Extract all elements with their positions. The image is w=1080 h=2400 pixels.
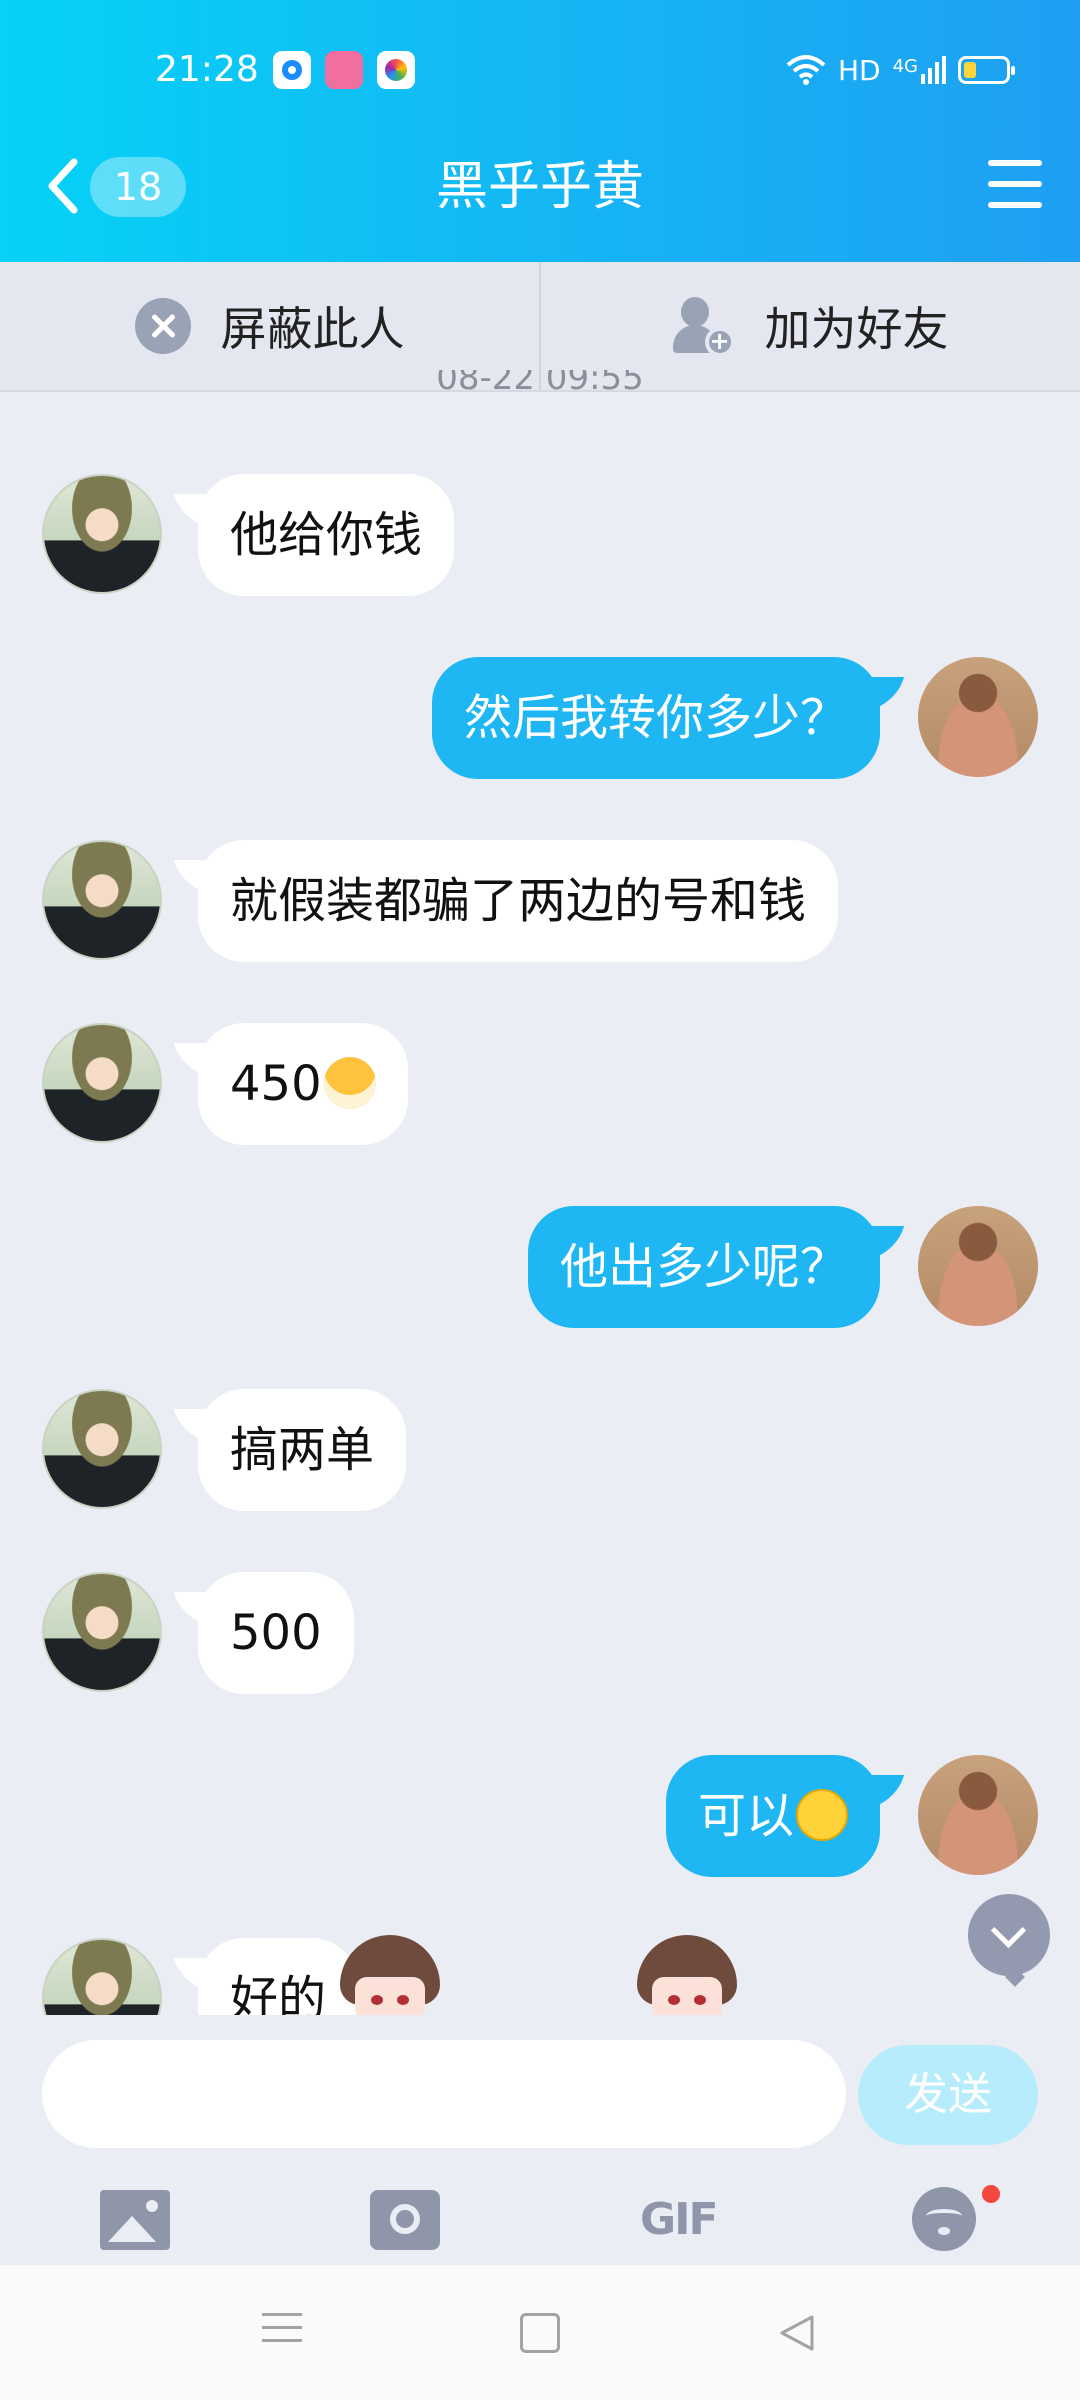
message-bubble[interactable]: 450 <box>198 1023 408 1145</box>
status-time: 21:28 <box>155 49 259 90</box>
message-row: 可以 <box>0 1755 1080 1879</box>
recent-apps-icon[interactable] <box>262 2313 302 2353</box>
photos-notification-icon <box>377 51 415 89</box>
composer-toolbar: GIF <box>0 2175 1080 2265</box>
contact-avatar[interactable] <box>42 840 162 960</box>
status-bar: 21:28 HD 4G <box>0 44 1080 96</box>
scroll-to-bottom-button[interactable] <box>968 1894 1050 1976</box>
message-row: 搞两单 <box>0 1389 1080 1513</box>
unread-count-badge[interactable]: 18 <box>90 157 186 217</box>
message-bubble[interactable]: 他给你钱 <box>198 474 455 596</box>
message-bubble[interactable]: 可以 <box>665 1755 880 1877</box>
home-icon[interactable] <box>520 2313 560 2353</box>
my-avatar[interactable] <box>918 1206 1038 1326</box>
back-arrow-icon[interactable] <box>44 148 84 224</box>
contact-avatar[interactable] <box>42 1938 162 2015</box>
smirk-emoji-icon <box>796 1789 848 1841</box>
contact-avatar[interactable] <box>42 474 162 594</box>
send-button[interactable]: 发送 <box>858 2045 1038 2145</box>
message-bubble[interactable]: 然后我转你多少？ <box>431 657 880 779</box>
message-row: 就假装都骗了两边的号和钱 <box>0 840 1080 964</box>
signal-indicator: 4G <box>893 56 946 84</box>
message-bubble[interactable]: 500 <box>198 1572 354 1694</box>
qq-browser-notification-icon <box>273 51 311 89</box>
image-icon[interactable] <box>100 2190 170 2250</box>
system-nav-bar <box>0 2265 1080 2400</box>
status-indicators: HD 4G <box>786 44 1015 96</box>
composer: 发送 GIF <box>0 2015 1080 2265</box>
hd-indicator: HD <box>837 53 881 87</box>
block-user-label: 屏蔽此人 <box>220 302 405 356</box>
my-avatar[interactable] <box>918 657 1038 777</box>
add-friend-label: 加为好友 <box>764 302 949 356</box>
message-text: 可以 <box>697 1788 794 1844</box>
bilibili-notification-icon <box>325 51 363 89</box>
add-friend-icon: + <box>672 295 735 357</box>
block-icon <box>134 298 191 354</box>
menu-icon[interactable] <box>988 160 1042 212</box>
emoji-icon[interactable] <box>912 2187 976 2251</box>
chat-title: 黑乎乎黄 <box>435 157 644 217</box>
back-triangle-icon[interactable] <box>776 2313 816 2353</box>
message-row: 他给你钱 <box>0 474 1080 598</box>
contact-avatar[interactable] <box>42 1572 162 1692</box>
message-row: 好的 <box>0 1938 1080 2015</box>
gif-button[interactable]: GIF <box>640 2190 719 2250</box>
message-row: 450 <box>0 1023 1080 1147</box>
message-bubble[interactable]: 搞两单 <box>198 1389 407 1511</box>
wifi-icon <box>786 55 826 85</box>
signal-type-label: 4G <box>892 56 918 77</box>
message-row: 500 <box>0 1572 1080 1696</box>
camera-icon[interactable] <box>370 2190 440 2250</box>
contact-avatar[interactable] <box>42 1023 162 1143</box>
battery-icon <box>958 56 1015 84</box>
new-indicator-dot <box>982 2185 1000 2203</box>
message-bubble[interactable]: 就假装都骗了两边的号和钱 <box>198 840 839 962</box>
message-row: 他出多少呢？ <box>0 1206 1080 1330</box>
chat-header: 21:28 HD 4G 18 黑乎乎黄 <box>0 0 1080 262</box>
message-bubble[interactable]: 他出多少呢？ <box>527 1206 880 1328</box>
dog-face-emoji-icon <box>323 1057 376 1109</box>
message-input[interactable] <box>42 2040 846 2148</box>
message-row: 然后我转你多少？ <box>0 657 1080 781</box>
message-bubble[interactable]: 好的 <box>198 1938 359 2015</box>
contact-avatar[interactable] <box>42 1389 162 1509</box>
signal-bars-icon <box>921 56 946 84</box>
my-avatar[interactable] <box>918 1755 1038 1875</box>
message-list[interactable]: 他给你钱 然后我转你多少？ 就假装都骗了两边的号和钱 450 他出多少呢？ 搞两… <box>0 392 1080 2015</box>
message-text: 450 <box>230 1056 322 1112</box>
